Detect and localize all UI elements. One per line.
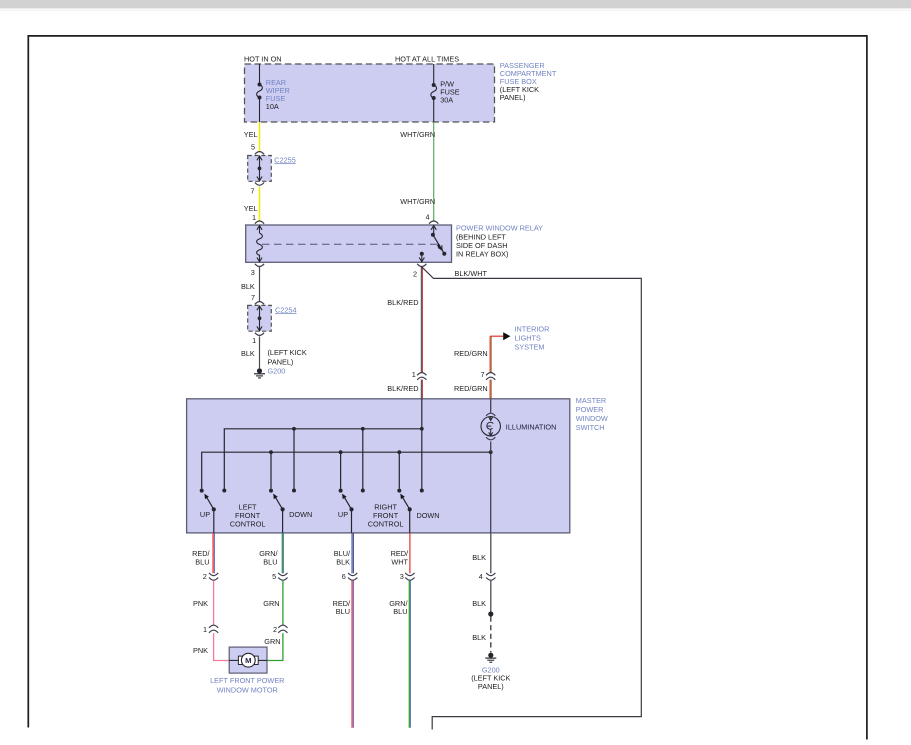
svg-text:M: M (245, 656, 251, 665)
svg-text:BLK/RED: BLK/RED (387, 384, 418, 393)
svg-text:BLU: BLU (336, 607, 350, 616)
svg-text:3: 3 (251, 268, 255, 277)
svg-text:PANEL): PANEL) (268, 357, 294, 366)
svg-text:SIDE OF DASH: SIDE OF DASH (456, 241, 508, 250)
svg-text:WHT: WHT (391, 557, 408, 566)
svg-text:WINDOW MOTOR: WINDOW MOTOR (217, 686, 278, 695)
svg-text:(BEHIND LEFT: (BEHIND LEFT (456, 232, 506, 241)
svg-text:1: 1 (203, 625, 207, 634)
svg-text:7: 7 (251, 186, 255, 195)
svg-text:HOT IN ON: HOT IN ON (244, 55, 282, 64)
svg-text:1: 1 (412, 370, 416, 379)
svg-text:INTERIOR: INTERIOR (515, 324, 550, 333)
svg-text:6: 6 (342, 572, 346, 581)
svg-text:WINDOW: WINDOW (576, 414, 608, 423)
svg-text:BLK: BLK (336, 557, 350, 566)
svg-text:PNK: PNK (193, 599, 208, 608)
svg-text:POWER WINDOW RELAY: POWER WINDOW RELAY (456, 224, 543, 233)
svg-text:BLU: BLU (263, 557, 277, 566)
svg-text:LIGHTS: LIGHTS (515, 333, 541, 342)
svg-text:BLK: BLK (472, 633, 486, 642)
svg-text:SWITCH: SWITCH (576, 423, 605, 432)
svg-text:DOWN: DOWN (416, 511, 439, 520)
svg-text:SYSTEM: SYSTEM (515, 342, 545, 351)
svg-text:PANEL): PANEL) (500, 93, 526, 102)
svg-text:BLU: BLU (195, 557, 209, 566)
svg-text:C2255: C2255 (274, 155, 296, 164)
svg-text:YEL: YEL (244, 204, 258, 213)
svg-text:30A: 30A (440, 96, 453, 105)
svg-text:5: 5 (251, 142, 255, 151)
svg-text:UP: UP (200, 510, 210, 519)
svg-text:7: 7 (480, 370, 484, 379)
svg-text:UP: UP (338, 510, 348, 519)
svg-text:RED/GRN: RED/GRN (454, 384, 488, 393)
svg-text:PNK: PNK (193, 646, 208, 655)
svg-text:GRN: GRN (263, 599, 279, 608)
svg-text:4: 4 (479, 572, 483, 581)
svg-text:YEL: YEL (244, 130, 258, 139)
svg-text:DOWN: DOWN (289, 510, 312, 519)
svg-text:2: 2 (273, 625, 277, 634)
svg-text:HOT AT ALL TIMES: HOT AT ALL TIMES (395, 55, 459, 64)
svg-text:4: 4 (425, 213, 429, 222)
svg-text:(LEFT KICK: (LEFT KICK (268, 348, 307, 357)
svg-text:C2254: C2254 (275, 305, 297, 314)
svg-text:BLK: BLK (241, 282, 255, 291)
svg-text:2: 2 (203, 572, 207, 581)
svg-text:7: 7 (251, 293, 255, 302)
svg-text:CONTROL: CONTROL (230, 519, 266, 528)
svg-text:BLK: BLK (472, 599, 486, 608)
svg-text:BLK/RED: BLK/RED (387, 298, 418, 307)
svg-text:BLK: BLK (241, 349, 255, 358)
svg-text:WHT/GRN: WHT/GRN (400, 130, 435, 139)
svg-text:ILLUMINATION: ILLUMINATION (506, 422, 557, 431)
svg-text:GRN: GRN (264, 637, 280, 646)
svg-text:G200: G200 (268, 367, 286, 376)
svg-text:1: 1 (252, 213, 256, 222)
svg-text:BLK: BLK (472, 553, 486, 562)
svg-text:1: 1 (252, 336, 256, 345)
svg-text:RED/GRN: RED/GRN (454, 349, 488, 358)
svg-text:5: 5 (272, 572, 276, 581)
svg-text:POWER: POWER (576, 405, 604, 414)
svg-text:BLU: BLU (393, 607, 407, 616)
svg-text:IN RELAY BOX): IN RELAY BOX) (456, 250, 508, 259)
svg-text:WHT/GRN: WHT/GRN (400, 197, 435, 206)
svg-text:CONTROL: CONTROL (368, 519, 404, 528)
svg-text:10A: 10A (266, 102, 279, 111)
svg-text:PANEL): PANEL) (478, 682, 504, 691)
svg-text:3: 3 (400, 572, 404, 581)
svg-text:BLK/WHT: BLK/WHT (455, 269, 488, 278)
svg-text:LEFT FRONT POWER: LEFT FRONT POWER (210, 676, 284, 685)
svg-text:2: 2 (413, 270, 417, 279)
svg-text:MASTER: MASTER (576, 396, 606, 405)
